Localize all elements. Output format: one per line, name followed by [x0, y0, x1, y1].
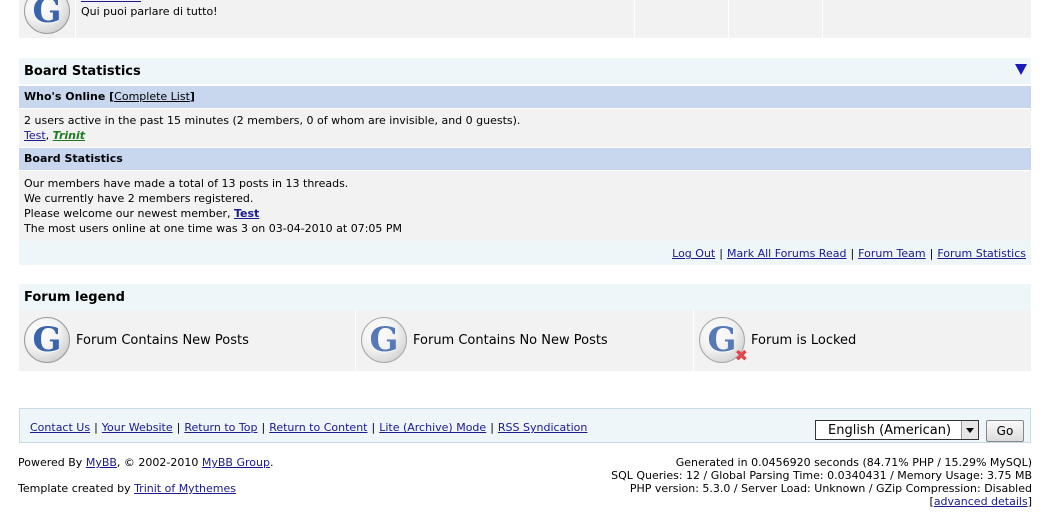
- board-stats-sublabel: Board Statistics: [24, 152, 123, 165]
- link-separator: |: [176, 421, 181, 434]
- language-select[interactable]: English (American): [815, 420, 979, 440]
- advanced-details-link[interactable]: advanced details: [934, 495, 1028, 508]
- legend-label-new: Forum Contains New Posts: [76, 333, 249, 348]
- board-stats-title: Board Statistics: [24, 64, 141, 79]
- lock-x-icon: ✖: [734, 346, 748, 365]
- mybb-group-link[interactable]: MyBB Group: [202, 456, 270, 469]
- online-user-trinit[interactable]: Trinit: [53, 129, 85, 142]
- debug-info: Generated in 0.0456920 seconds (84.71% P…: [512, 456, 1032, 508]
- powered-by: Powered By MyBB, © 2002-2010 MyBB Group.: [18, 456, 273, 469]
- dropdown-arrow-icon[interactable]: [961, 421, 978, 439]
- online-user-test[interactable]: Test: [24, 129, 46, 142]
- link-separator: |: [490, 421, 494, 434]
- forum-description: Qui puoi parlare di tutto!: [81, 5, 218, 18]
- contact-us-link[interactable]: Contact Us: [30, 421, 90, 434]
- debug-sql: SQL Queries: 12 / Global Parsing Time: 0…: [611, 469, 1032, 482]
- powered-prefix: Powered By: [18, 456, 86, 469]
- forum-threads-cell: [635, 0, 729, 38]
- forum-icon-cell: G: [19, 0, 76, 38]
- user-separator: ,: [45, 129, 53, 142]
- forum-row: G Qui puoi parlare di tutto!: [19, 0, 1031, 38]
- language-value: English (American): [828, 423, 952, 438]
- debug-php: PHP version: 5.3.0 / Server Load: Unknow…: [629, 482, 1032, 495]
- legend-header: Forum legend: [19, 284, 1031, 310]
- advanced-close: ]: [1027, 495, 1032, 508]
- debug-generated: Generated in 0.0456920 seconds (84.71% P…: [675, 456, 1032, 469]
- online-summary: 2 users active in the past 15 minutes (2…: [24, 114, 521, 127]
- your-website-link[interactable]: Your Website: [102, 421, 173, 434]
- powered-suffix: .: [269, 456, 274, 469]
- stats-posts: Our members have made a total of 13 post…: [24, 177, 349, 190]
- mybb-link[interactable]: MyBB: [86, 456, 117, 469]
- forum-title-link[interactable]: [81, 0, 141, 2]
- forum-team-link[interactable]: Forum Team: [858, 247, 925, 260]
- legend-no-new-posts: G Forum Contains No New Posts: [356, 310, 694, 371]
- template-credit: Template created by Trinit of Mythemes: [18, 482, 236, 495]
- legend-locked: G ✖ Forum is Locked: [694, 310, 1031, 371]
- legend-label-nonew: Forum Contains No New Posts: [413, 333, 608, 348]
- forum-lastpost-cell: [823, 0, 916, 38]
- complete-list-link[interactable]: Complete List: [114, 90, 190, 103]
- template-prefix: Template created by: [18, 482, 135, 495]
- legend-label-locked: Forum is Locked: [751, 333, 857, 348]
- rss-link[interactable]: RSS Syndication: [498, 421, 587, 434]
- bracket-close: ]: [189, 90, 195, 103]
- collapse-arrow-icon[interactable]: [1015, 64, 1027, 75]
- powered-copyright: , © 2002-2010: [116, 456, 202, 469]
- mark-read-link[interactable]: Mark All Forums Read: [727, 247, 847, 260]
- whos-online-body: 2 users active in the past 15 minutes (2…: [19, 109, 1031, 147]
- board-links-bar: Log Out | Mark All Forums Read | Forum Team |…: [19, 241, 1031, 265]
- board-stats-subheader: Board Statistics: [19, 148, 1031, 170]
- newest-member-link[interactable]: Test: [234, 207, 259, 220]
- link-separator: |: [94, 421, 98, 434]
- stats-welcome: Please welcome our newest member,: [24, 207, 234, 220]
- legend-title: Forum legend: [24, 290, 125, 305]
- whos-online-header: Who's Online [Complete List]: [19, 86, 1031, 108]
- legend-row: G Forum Contains New Posts G Forum Conta…: [19, 310, 1031, 371]
- lite-mode-link[interactable]: Lite (Archive) Mode: [379, 421, 486, 434]
- board-stats-header: Board Statistics: [19, 58, 1031, 84]
- link-separator: |: [261, 421, 266, 434]
- template-author-link[interactable]: Trinit of Mythemes: [134, 482, 236, 495]
- no-new-posts-icon: G: [361, 317, 407, 363]
- link-separator: |: [719, 247, 723, 260]
- footer-bar: Contact Us | Your Website | Return to Top | Re…: [19, 408, 1031, 443]
- return-to-content-link[interactable]: Return to Content: [269, 421, 367, 434]
- link-separator: |: [929, 247, 934, 260]
- return-to-top-link[interactable]: Return to Top: [184, 421, 257, 434]
- stats-most-online: The most users online at one time was 3 …: [24, 222, 403, 235]
- locked-forum-icon: G ✖: [699, 317, 748, 365]
- stats-members: We currently have 2 members registered.: [24, 192, 254, 205]
- board-stats-body: Our members have made a total of 13 post…: [19, 171, 1031, 241]
- go-button[interactable]: Go: [986, 420, 1024, 442]
- whos-online-label: Who's Online: [24, 90, 106, 103]
- logout-link[interactable]: Log Out: [672, 247, 715, 260]
- new-posts-icon: G: [24, 317, 70, 363]
- legend-new-posts: G Forum Contains New Posts: [19, 310, 356, 371]
- link-separator: |: [371, 421, 376, 434]
- forum-statistics-link[interactable]: Forum Statistics: [937, 247, 1026, 260]
- forum-status-icon: G: [24, 0, 70, 34]
- forum-posts-cell: [729, 0, 823, 38]
- link-separator: |: [850, 247, 855, 260]
